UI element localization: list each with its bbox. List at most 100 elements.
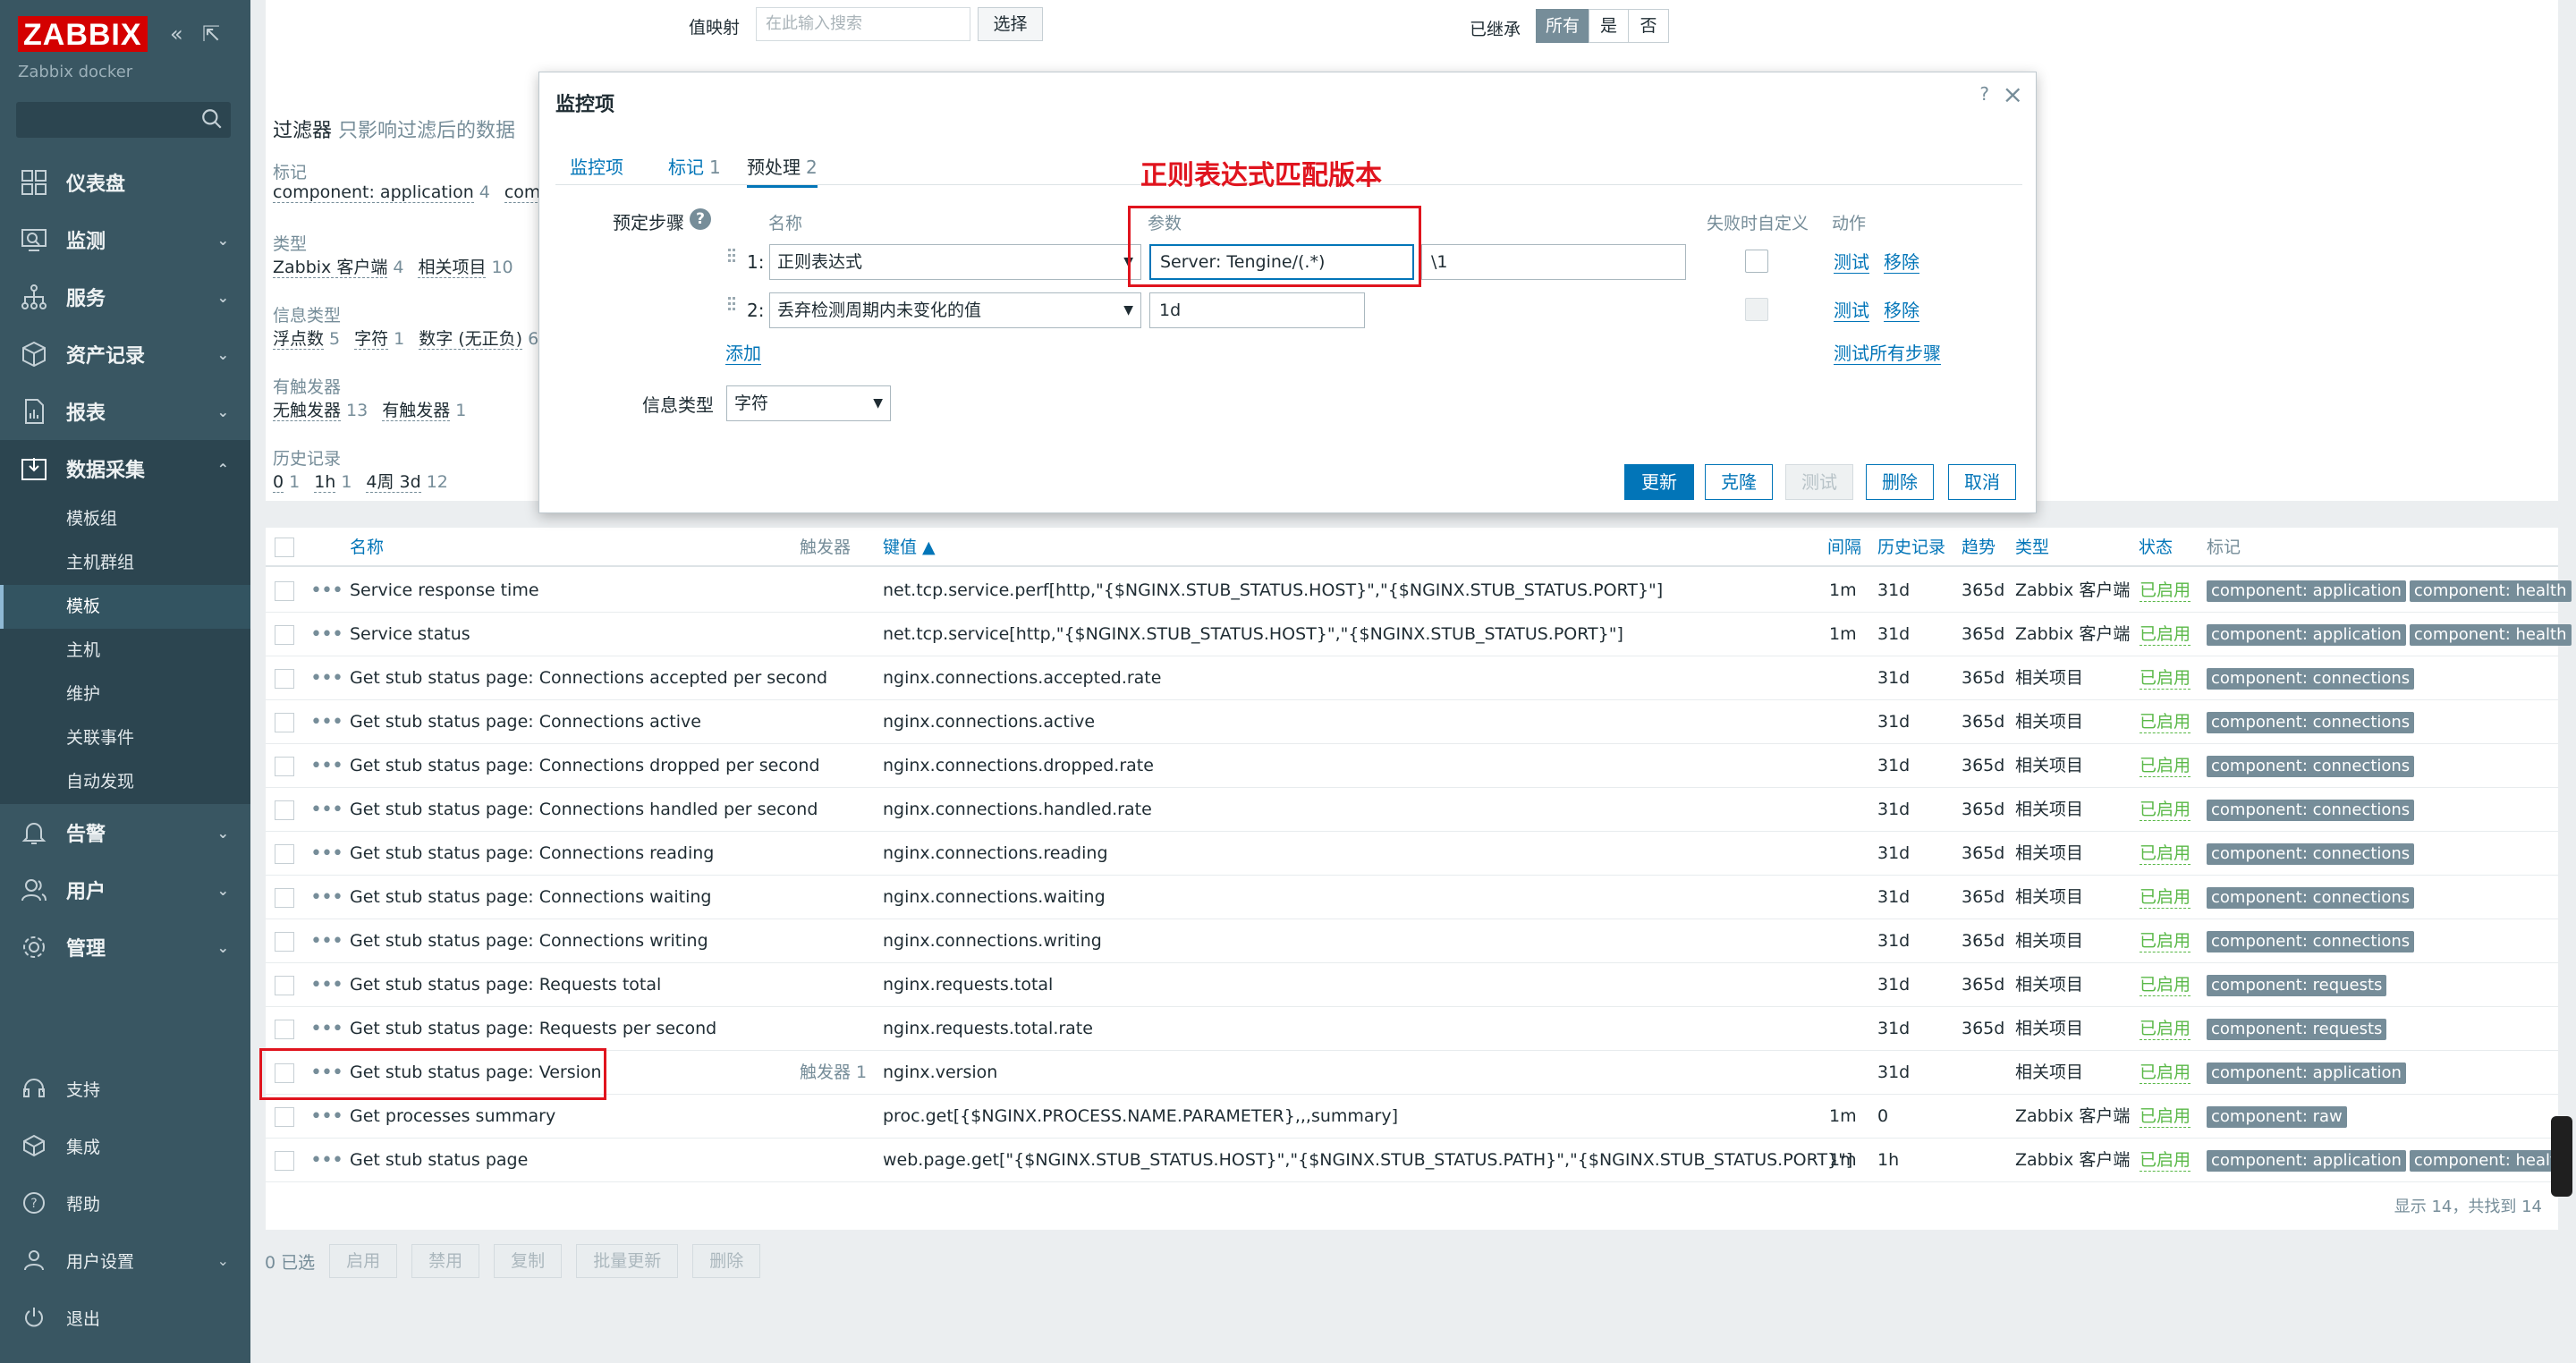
submenu-template-groups[interactable]: 模板组 (0, 497, 250, 541)
delete-button[interactable]: 删除 (1866, 464, 1934, 500)
item-name-link[interactable]: Get stub status page: Requests total (350, 963, 661, 1007)
status-toggle[interactable]: 已启用 (2140, 569, 2191, 613)
search-icon[interactable] (200, 107, 224, 131)
table-row[interactable]: ••• Get stub status page: Requests per se… (266, 1007, 2558, 1051)
status-toggle[interactable]: 已启用 (2140, 1095, 2191, 1139)
mass-disable-button[interactable]: 禁用 (411, 1244, 480, 1278)
more-actions-icon[interactable]: ••• (310, 788, 343, 832)
tag-badge[interactable]: component: connections (2207, 711, 2415, 733)
status-toggle[interactable]: 已启用 (2140, 876, 2191, 919)
table-row[interactable]: ••• Get stub status page: Connections rea… (266, 832, 2558, 876)
menu-user-settings[interactable]: 用户设置 ⌄ (0, 1232, 250, 1289)
tag-badge[interactable]: component: connections (2207, 930, 2415, 952)
valuemap-select-button[interactable]: 选择 (978, 7, 1043, 41)
status-toggle[interactable]: 已启用 (2140, 963, 2191, 1007)
update-button[interactable]: 更新 (1624, 464, 1694, 500)
table-row[interactable]: ••• Get processes summary proc.get[{$NGINX… (266, 1095, 2558, 1139)
inherited-no-option[interactable]: 否 (1628, 9, 1669, 43)
submenu-templates[interactable]: 模板 (0, 585, 250, 629)
more-actions-icon[interactable]: ••• (310, 569, 343, 613)
status-toggle[interactable]: 已启用 (2140, 1007, 2191, 1051)
item-name-link[interactable]: Get stub status page: Connections waitin… (350, 876, 711, 919)
step1-test-link[interactable]: 测试 (1834, 251, 1869, 274)
table-row[interactable]: ••• Get stub status page: Version 触发器 1 ngi… (266, 1051, 2558, 1095)
row-checkbox[interactable] (275, 888, 294, 908)
tag-badge[interactable]: component: connections (2207, 755, 2415, 777)
filter-value[interactable]: 有触发器 (382, 401, 451, 421)
tag-badge[interactable]: component: connections (2207, 667, 2415, 690)
item-name-link[interactable]: Get stub status page: Connections writin… (350, 919, 708, 963)
menu-inventory[interactable]: 资产记录 ⌄ (0, 326, 250, 383)
collapse-sidebar-icon[interactable]: « (170, 21, 183, 47)
step2-custom-on-fail-checkbox[interactable] (1745, 298, 1768, 321)
row-checkbox[interactable] (275, 1020, 294, 1039)
more-actions-icon[interactable]: ••• (310, 1139, 343, 1182)
col-interval[interactable]: 间隔 (1827, 528, 1861, 567)
tag-badge[interactable]: component: health (2409, 623, 2572, 646)
submenu-discovery[interactable]: 自动发现 (0, 760, 250, 804)
step2-type-select[interactable]: 丢弃检测周期内未变化的值 ▼ (769, 292, 1141, 328)
col-history[interactable]: 历史记录 (1877, 528, 1945, 567)
menu-data-collection[interactable]: 数据采集 ⌃ (0, 440, 250, 497)
tab-preprocessing[interactable]: 预处理 2 (747, 149, 818, 188)
more-actions-icon[interactable]: ••• (310, 613, 343, 656)
menu-reports[interactable]: 报表 ⌄ (0, 383, 250, 440)
filter-value[interactable]: 0 (273, 472, 284, 493)
filter-value[interactable]: 字符 (354, 329, 389, 350)
tag-badge[interactable]: component: raw (2207, 1105, 2347, 1128)
cancel-button[interactable]: 取消 (1948, 464, 2016, 500)
table-row[interactable]: ••• Get stub status page: Connections wri… (266, 919, 2558, 963)
menu-alerts[interactable]: 告警 ⌄ (0, 804, 250, 861)
row-checkbox[interactable] (275, 625, 294, 645)
menu-administration[interactable]: 管理 ⌄ (0, 919, 250, 976)
table-row[interactable]: ••• Service response time net.tcp.service.… (266, 569, 2572, 613)
item-name-link[interactable]: Get stub status page: Connections active (350, 700, 701, 744)
table-row[interactable]: ••• Get stub status page: Connections han… (266, 788, 2558, 832)
status-toggle[interactable]: 已启用 (2140, 700, 2191, 744)
filter-value[interactable]: component: application (273, 182, 474, 203)
step1-output-input[interactable]: \1 (1421, 244, 1686, 280)
row-checkbox[interactable] (275, 713, 294, 732)
col-status[interactable]: 状态 (2139, 528, 2173, 567)
menu-users[interactable]: 用户 ⌄ (0, 861, 250, 919)
filter-value[interactable]: Zabbix 客户端 (273, 258, 388, 278)
filter-value[interactable]: 相关项目 (418, 258, 487, 278)
more-actions-icon[interactable]: ••• (310, 876, 343, 919)
select-all-checkbox[interactable] (275, 538, 294, 557)
submenu-event-correlation[interactable]: 关联事件 (0, 716, 250, 760)
item-name-link[interactable]: Get stub status page: Connections readin… (350, 832, 714, 876)
tab-item[interactable]: 监控项 (570, 149, 623, 185)
more-actions-icon[interactable]: ••• (310, 744, 343, 788)
mass-delete-button[interactable]: 删除 (692, 1244, 761, 1278)
step1-custom-on-fail-checkbox[interactable] (1745, 250, 1768, 273)
item-name-link[interactable]: Get stub status page: Connections accept… (350, 656, 827, 700)
step1-remove-link[interactable]: 移除 (1884, 251, 1919, 274)
item-name-link[interactable]: Service status (350, 613, 470, 656)
valuemap-input[interactable]: 在此输入搜索 (756, 7, 970, 41)
status-toggle[interactable]: 已启用 (2140, 1051, 2191, 1095)
tag-badge[interactable]: component: connections (2207, 842, 2415, 865)
tag-badge[interactable]: component: connections (2207, 886, 2415, 909)
test-all-steps-link[interactable]: 测试所有步骤 (1834, 343, 1941, 365)
tag-badge[interactable]: component: health (2409, 1149, 2572, 1172)
col-type[interactable]: 类型 (2015, 528, 2049, 567)
inherited-yes-option[interactable]: 是 (1589, 9, 1629, 43)
tag-badge[interactable]: component: application (2207, 1149, 2406, 1172)
drag-handle-icon[interactable] (727, 296, 736, 321)
tag-badge[interactable]: component: health (2409, 580, 2572, 602)
more-actions-icon[interactable]: ••• (310, 1007, 343, 1051)
item-name-link[interactable]: Get stub status page: Connections handle… (350, 788, 818, 832)
submenu-hosts[interactable]: 主机 (0, 629, 250, 673)
tag-badge[interactable]: component: application (2207, 1062, 2406, 1084)
item-name-link[interactable]: Get processes summary (350, 1095, 555, 1139)
tag-badge[interactable]: component: connections (2207, 799, 2415, 821)
status-toggle[interactable]: 已启用 (2140, 613, 2191, 656)
status-toggle[interactable]: 已启用 (2140, 919, 2191, 963)
status-toggle[interactable]: 已启用 (2140, 788, 2191, 832)
status-toggle[interactable]: 已启用 (2140, 832, 2191, 876)
row-checkbox[interactable] (275, 844, 294, 864)
triggers-link[interactable]: 触发器 1 (800, 1051, 867, 1095)
menu-dashboard[interactable]: 仪表盘 (0, 154, 250, 211)
menu-support[interactable]: 支持 (0, 1060, 250, 1117)
row-checkbox[interactable] (275, 669, 294, 689)
